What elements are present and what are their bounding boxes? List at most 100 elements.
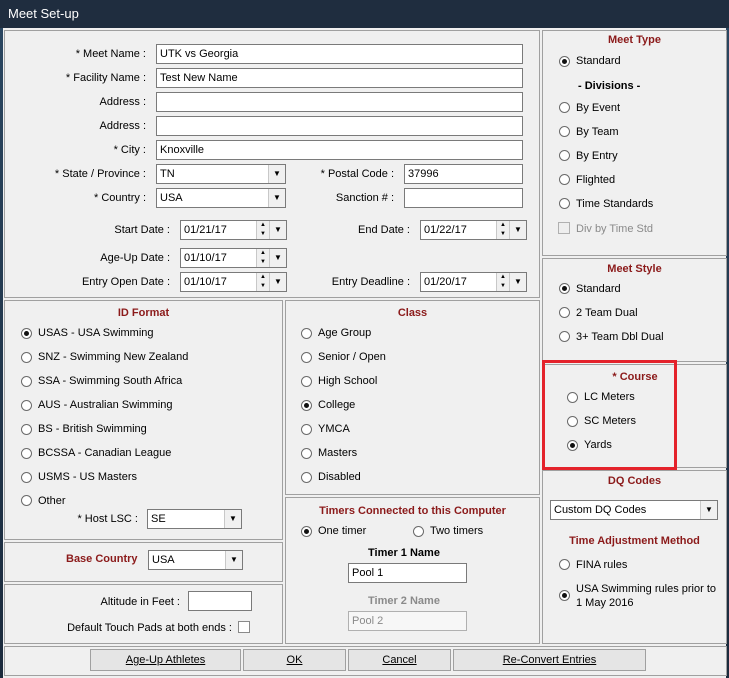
host-lsc-select[interactable]: SE ▼ [147,509,242,529]
chevron-down-icon[interactable]: ▼ [268,189,285,207]
meet-name-input[interactable]: UTK vs Georgia [156,44,523,64]
altitude-label: Altitude in Feet : [100,596,181,608]
age-group-radio[interactable] [301,328,312,339]
base-country-select[interactable]: USA ▼ [148,550,243,570]
meet-style-standard-radio[interactable] [559,283,570,294]
usa-swimming-rules-radio[interactable] [559,590,570,601]
entry-open-date-value: 01/10/17 [184,276,227,288]
chevron-down-icon[interactable]: ▼ [225,551,242,569]
spin-updown-icon[interactable]: ▲ ▼ [256,273,269,291]
address1-input[interactable] [156,92,523,112]
usms-radio[interactable] [21,472,32,483]
address2-input[interactable] [156,116,523,136]
touch-pads-checkbox[interactable] [238,621,250,633]
re-convert-entries-button[interactable]: Re-Convert Entries [453,649,646,671]
class-heading: Class [397,307,428,319]
state-value: TN [160,168,175,180]
disabled-radio[interactable] [301,472,312,483]
two-timers-radio[interactable] [413,526,424,537]
by-entry-radio[interactable] [559,150,570,161]
start-date-label: Start Date : [114,224,170,236]
age-up-date-picker[interactable]: 01/10/17 ▲ ▼ ▼ [180,248,287,268]
other-label: Other [38,495,66,507]
two-timers-label: Two timers [430,525,484,537]
meet-name-label: * Meet Name : [75,48,146,60]
three-team-dbl-dual-radio[interactable] [559,331,570,342]
college-label: College [318,399,356,411]
snz-radio[interactable] [21,352,32,363]
masters-radio[interactable] [301,448,312,459]
chevron-down-icon[interactable]: ▼ [509,221,526,239]
timer1-name-input[interactable]: Pool 1 [348,563,467,583]
chevron-down-icon[interactable]: ▼ [224,510,241,528]
chevron-down-icon[interactable]: ▼ [509,273,526,291]
usas-radio[interactable] [21,328,32,339]
start-date-picker[interactable]: 01/21/17 ▲ ▼ ▼ [180,220,287,240]
altitude-input[interactable] [188,591,252,611]
spin-updown-icon[interactable]: ▲ ▼ [496,273,509,291]
timer2-name-input[interactable]: Pool 2 [348,611,467,631]
postal-code-input[interactable]: 37996 [404,164,523,184]
entry-deadline-picker[interactable]: 01/20/17 ▲ ▼ ▼ [420,272,527,292]
flighted-label: Flighted [576,174,616,186]
start-date-value: 01/21/17 [184,224,227,236]
age-up-athletes-button[interactable]: Age-Up Athletes [90,649,241,671]
time-standards-radio[interactable] [559,198,570,209]
meet-style-standard-label: Standard [576,283,621,295]
chevron-down-icon[interactable]: ▼ [700,501,717,519]
age-up-date-label: Age-Up Date : [100,252,170,264]
age-group-label: Age Group [318,327,372,339]
cancel-button[interactable]: Cancel [348,649,451,671]
usas-label: USAS - USA Swimming [38,327,154,339]
state-select[interactable]: TN ▼ [156,164,286,184]
two-team-dual-label: 2 Team Dual [576,307,638,319]
left-edge [0,28,3,678]
entry-deadline-value: 01/20/17 [424,276,467,288]
end-date-picker[interactable]: 01/22/17 ▲ ▼ ▼ [420,220,527,240]
senior-open-label: Senior / Open [318,351,386,363]
college-radio[interactable] [301,400,312,411]
chevron-down-icon[interactable]: ▼ [269,273,286,291]
chevron-down-icon[interactable]: ▼ [268,165,285,183]
dq-codes-heading: DQ Codes [607,475,662,487]
one-timer-radio[interactable] [301,526,312,537]
usa-swimming-rules-label: USA Swimming rules prior to [576,583,716,595]
fina-rules-radio[interactable] [559,559,570,570]
spin-updown-icon[interactable]: ▲ ▼ [256,249,269,267]
bs-label: BS - British Swimming [38,423,147,435]
by-event-radio[interactable] [559,102,570,113]
dq-codes-select[interactable]: Custom DQ Codes ▼ [550,500,718,520]
meet-type-standard-radio[interactable] [559,56,570,67]
aus-radio[interactable] [21,400,32,411]
window-titlebar: Meet Set-up [0,0,729,28]
by-team-radio[interactable] [559,126,570,137]
country-value: USA [160,192,183,204]
one-timer-label: One timer [318,525,367,537]
sanction-input[interactable] [404,188,523,208]
state-label: * State / Province : [54,168,146,180]
two-team-dual-radio[interactable] [559,307,570,318]
ssa-radio[interactable] [21,376,32,387]
other-radio[interactable] [21,495,32,506]
country-select[interactable]: USA ▼ [156,188,286,208]
ymca-label: YMCA [318,423,350,435]
ssa-label: SSA - Swimming South Africa [38,375,183,387]
high-school-radio[interactable] [301,376,312,387]
ok-button[interactable]: OK [243,649,346,671]
chevron-down-icon[interactable]: ▼ [269,249,286,267]
city-input[interactable]: Knoxville [156,140,523,160]
facility-name-input[interactable]: Test New Name [156,68,523,88]
entry-open-date-picker[interactable]: 01/10/17 ▲ ▼ ▼ [180,272,287,292]
host-lsc-value: SE [151,513,166,525]
flighted-radio[interactable] [559,174,570,185]
bcssa-radio[interactable] [21,448,32,459]
country-label: * Country : [94,192,146,204]
spin-updown-icon[interactable]: ▲ ▼ [256,221,269,239]
masters-label: Masters [318,447,358,459]
div-by-time-std-checkbox[interactable] [558,222,570,234]
ymca-radio[interactable] [301,424,312,435]
senior-open-radio[interactable] [301,352,312,363]
chevron-down-icon[interactable]: ▼ [269,221,286,239]
bs-radio[interactable] [21,424,32,435]
spin-updown-icon[interactable]: ▲ ▼ [496,221,509,239]
